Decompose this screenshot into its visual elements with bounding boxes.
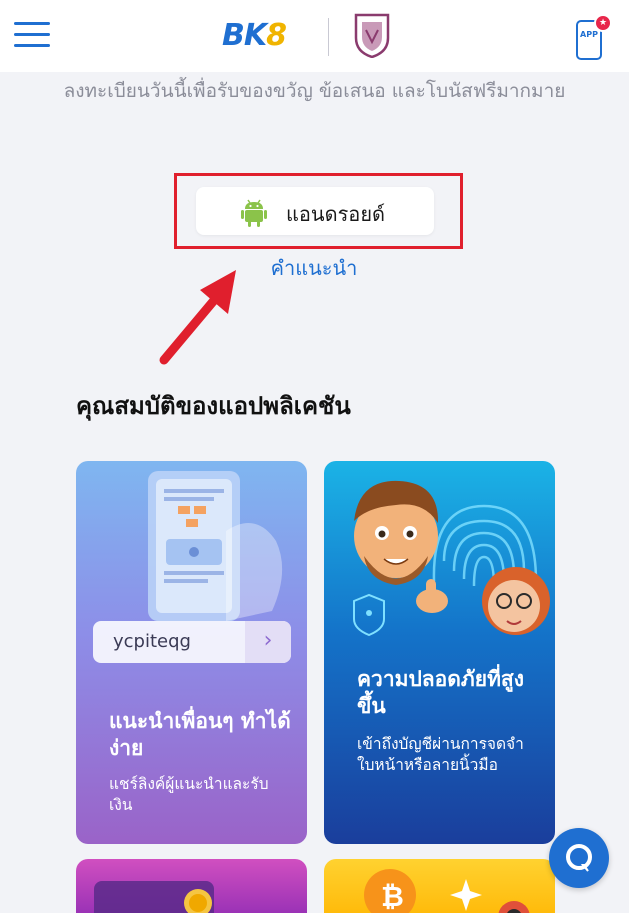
chevron-right-icon[interactable]: ›: [245, 621, 291, 663]
bank-illustration: [94, 881, 214, 913]
card-title: แนะนำเพื่อนๆ ทำได้ง่าย: [109, 709, 291, 760]
brand-logo[interactable]: BK8: [222, 12, 392, 60]
referral-code-box[interactable]: ycpiteqg ›: [93, 621, 291, 663]
referral-illustration: [148, 471, 283, 621]
top-header: BK8 APP ★: [0, 0, 629, 72]
chat-support-button[interactable]: [549, 828, 609, 888]
app-label: APP: [580, 30, 598, 39]
referral-code: ycpiteqg: [113, 631, 191, 652]
android-label: แอนดรอยด์: [286, 202, 386, 226]
chat-icon: [566, 844, 592, 872]
crypto-illustration: ₿: [364, 869, 530, 913]
android-download-button[interactable]: แอนดรอยด์: [196, 187, 434, 235]
logo-divider: [328, 18, 329, 56]
card-description: แชร์ลิงค์ผู้แนะนำและรับเงิน: [109, 775, 269, 814]
feature-card-security[interactable]: ความปลอดภัยที่สูงขึ้น เข้าถึงบัญชีผ่านกา…: [324, 461, 555, 844]
features-title: คุณสมบัติของแอปพลิเคชัน: [76, 392, 351, 420]
app-badge-icon: ★: [594, 14, 612, 32]
logo-wordmark: BK8: [222, 18, 287, 53]
feature-card-bank[interactable]: [76, 859, 307, 913]
card-description: เข้าถึงบัญชีผ่านการจดจำใบหน้าหรือลายนิ้ว…: [357, 735, 524, 774]
hamburger-menu-icon[interactable]: [14, 22, 50, 48]
android-icon: [241, 199, 267, 227]
partner-crest-icon: [354, 13, 390, 58]
app-download-button[interactable]: APP ★: [572, 14, 612, 64]
pointer-arrow-icon: [159, 270, 236, 365]
feature-card-referral[interactable]: ycpiteqg › แนะนำเพื่อนๆ ทำได้ง่าย แชร์ลิ…: [76, 461, 307, 844]
svg-text:₿: ₿: [381, 880, 404, 913]
promo-text: ลงทะเบียนวันนี้เพื่อรับของขวัญ ข้อเสนอ แ…: [63, 80, 566, 102]
security-illustration: [353, 480, 550, 637]
feature-card-crypto[interactable]: ₿: [324, 859, 555, 913]
card-title: ความปลอดภัยที่สูงขึ้น: [357, 667, 524, 718]
